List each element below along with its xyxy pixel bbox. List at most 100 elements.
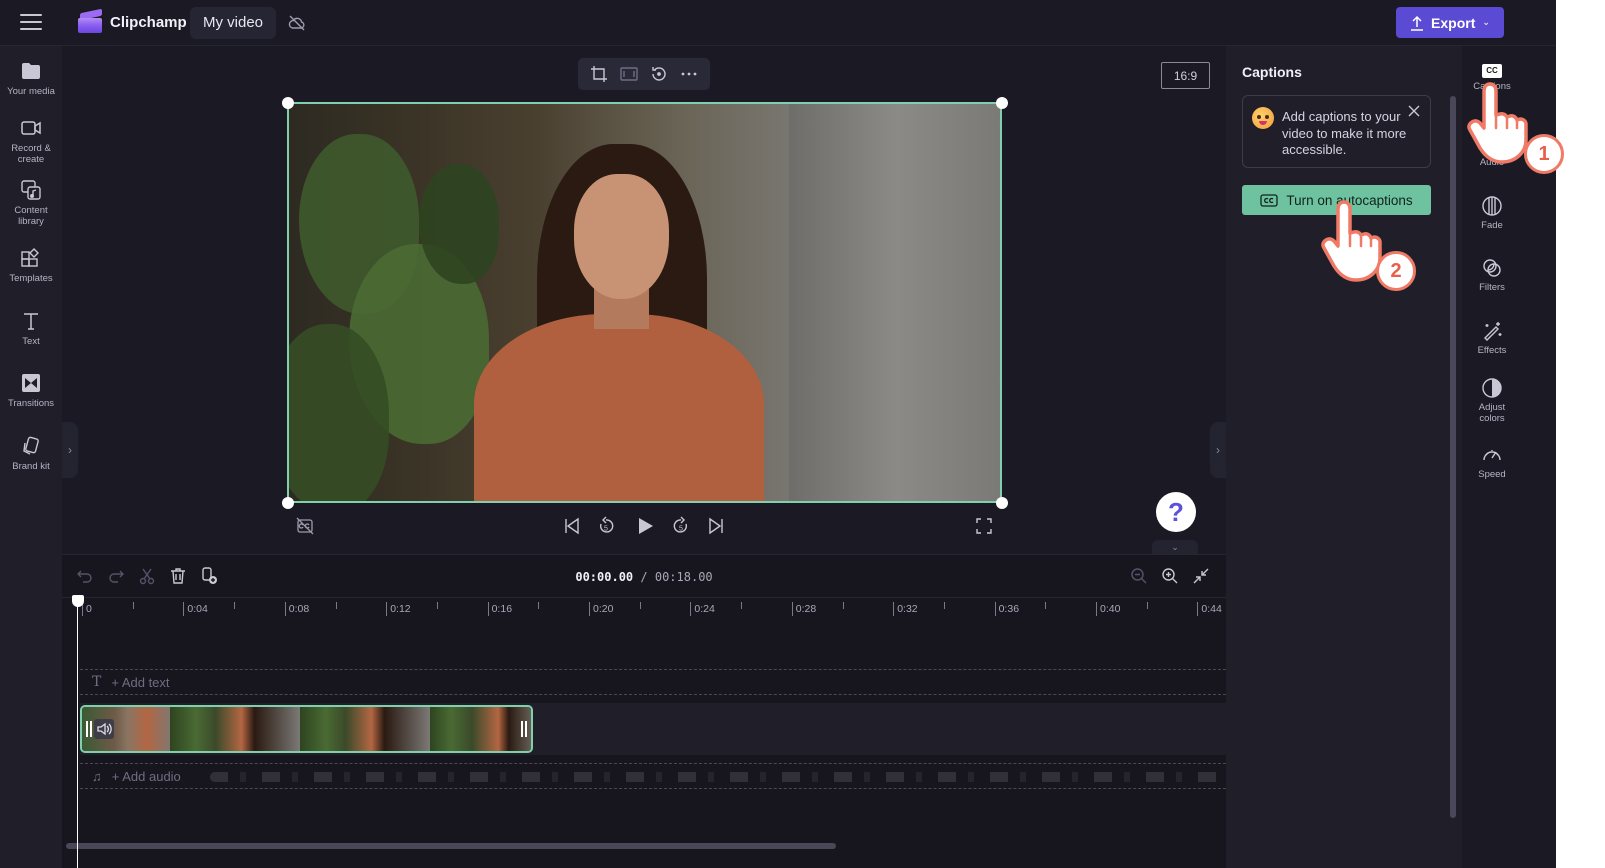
- text-track-icon: T: [92, 674, 102, 690]
- ruler-minor-tick: [639, 602, 641, 609]
- turn-on-autocaptions-button[interactable]: Turn on autocaptions: [1242, 185, 1431, 215]
- play-icon[interactable]: [634, 515, 656, 537]
- sidebar-item-record-create[interactable]: Record & create: [0, 117, 62, 165]
- tool-speed[interactable]: Speed: [1462, 444, 1522, 480]
- captions-panel: Captions Add captions to your video to m…: [1226, 46, 1462, 868]
- ruler-minor-tick: [132, 602, 134, 609]
- audio-track[interactable]: ♫ + Add audio: [80, 763, 1226, 789]
- more-icon[interactable]: [680, 65, 698, 83]
- skip-to-start-icon[interactable]: [562, 516, 582, 536]
- resize-handle-top-left[interactable]: [282, 97, 294, 109]
- ruler-minor-tick: [741, 602, 743, 609]
- captions-icon: CC: [1482, 64, 1502, 78]
- ruler-minor-tick: [538, 602, 540, 609]
- tool-adjust-colors[interactable]: Adjust colors: [1462, 377, 1522, 424]
- crop-icon[interactable]: [590, 65, 608, 83]
- sidebar-item-transitions[interactable]: Transitions: [0, 372, 62, 409]
- captions-info-card: Add captions to your video to make it mo…: [1242, 95, 1431, 168]
- ruler-tick-label: 0:04: [183, 602, 208, 616]
- tool-audio[interactable]: Audio: [1462, 132, 1522, 168]
- current-time: 00:00.00: [575, 570, 634, 584]
- video-preview[interactable]: [287, 102, 1002, 503]
- tool-label: Audio: [1479, 157, 1505, 168]
- zoom-out-icon[interactable]: [1130, 567, 1148, 585]
- sidebar-label: Your media: [7, 86, 55, 97]
- tool-fade[interactable]: Fade: [1462, 195, 1522, 231]
- fit-timeline-icon[interactable]: [1192, 567, 1210, 585]
- clipchamp-logo-icon: [78, 8, 102, 33]
- captions-off-icon[interactable]: [295, 516, 315, 536]
- sidebar-label: create: [17, 154, 45, 165]
- aspect-ratio-button[interactable]: 16:9: [1161, 62, 1210, 89]
- rotate-icon[interactable]: [650, 65, 668, 83]
- skip-to-end-icon[interactable]: [706, 516, 726, 536]
- total-time: 00:18.00: [654, 570, 713, 584]
- expand-left-panel-button[interactable]: ›: [62, 422, 78, 478]
- speed-icon: [1483, 450, 1501, 461]
- sidebar-item-your-media[interactable]: Your media: [0, 60, 62, 97]
- collapse-timeline-button[interactable]: ⌄: [1152, 540, 1198, 554]
- video-clip[interactable]: [80, 705, 533, 753]
- resize-handle-bottom-left[interactable]: [282, 497, 294, 509]
- sidebar-label: Templates: [9, 273, 53, 284]
- timeline-horizontal-scrollbar[interactable]: [66, 843, 836, 849]
- resize-handle-top-right[interactable]: [996, 97, 1008, 109]
- sidebar-label: Content: [14, 205, 48, 216]
- timeline-ruler[interactable]: 0 0:04 0:08 0:12 0:16 0:20 0:24 0:28 0:32 0:36 0:4…: [62, 597, 1250, 619]
- cloud-off-icon[interactable]: [287, 13, 307, 33]
- tool-filters[interactable]: Filters: [1462, 257, 1522, 293]
- playback-controls: 5 5: [287, 514, 1002, 540]
- sidebar-item-content-library[interactable]: Content library: [0, 179, 62, 227]
- sidebar-item-brand-kit[interactable]: Brand kit: [0, 435, 62, 472]
- export-label: Export: [1431, 14, 1476, 31]
- text-track[interactable]: T + Add text: [80, 669, 1226, 695]
- chevron-down-icon: ⌄: [1482, 17, 1490, 27]
- tool-label: Fade: [1481, 220, 1503, 231]
- ruler-tick-label: 0:28: [791, 602, 816, 616]
- upload-icon: [1411, 15, 1424, 31]
- fit-icon[interactable]: [620, 65, 638, 83]
- ruler-minor-tick: [842, 602, 844, 609]
- effects-icon: [1484, 322, 1502, 341]
- tool-captions[interactable]: CC Captions: [1462, 64, 1522, 92]
- clip-trim-handle-right[interactable]: [521, 721, 527, 737]
- forward-5-icon[interactable]: 5: [671, 516, 691, 536]
- video-frame-image: [289, 104, 1000, 501]
- playhead-handle[interactable]: [72, 595, 84, 607]
- panel-scrollbar[interactable]: [1450, 96, 1456, 818]
- adjust-colors-icon: [1482, 378, 1502, 398]
- emoji-icon: [1252, 107, 1274, 129]
- tool-label: Speed: [1478, 469, 1506, 480]
- ruler-tick-label: 0:32: [893, 602, 918, 616]
- zoom-in-icon[interactable]: [1161, 567, 1179, 585]
- help-button[interactable]: ?: [1156, 492, 1196, 532]
- ruler-tick-label: 0:16: [487, 602, 512, 616]
- ruler-minor-tick: [943, 602, 945, 609]
- clip-trim-handle-left[interactable]: [86, 721, 92, 737]
- tool-label: colors: [1479, 413, 1505, 424]
- resize-handle-bottom-right[interactable]: [996, 497, 1008, 509]
- sidebar-item-templates[interactable]: Templates: [0, 247, 62, 284]
- tool-effects[interactable]: Effects: [1462, 320, 1522, 356]
- sidebar-label: Brand kit: [12, 461, 50, 472]
- clip-volume-icon[interactable]: [94, 719, 114, 739]
- sidebar-label: Text: [22, 336, 40, 347]
- playhead: [77, 599, 78, 868]
- hamburger-menu-icon[interactable]: [20, 14, 42, 32]
- fullscreen-icon[interactable]: [974, 516, 994, 536]
- time-separator: /: [640, 570, 648, 584]
- tool-label: Filters: [1479, 282, 1505, 293]
- properties-toolbar: CC Captions Audio Fade Filters Effects A…: [1462, 46, 1522, 868]
- music-note-icon: ♫: [92, 768, 102, 784]
- close-icon[interactable]: [1407, 104, 1421, 118]
- left-sidebar: Your media Record & create Content libra…: [0, 46, 62, 868]
- project-title-input[interactable]: My video: [190, 7, 277, 39]
- timecode: 00:00.00 / 00:18.00: [62, 570, 1226, 584]
- ruler-tick-label: 0:40: [1096, 602, 1120, 616]
- collapse-right-panel-button[interactable]: ›: [1210, 422, 1226, 478]
- captions-info-text: Add captions to your video to make it mo…: [1282, 109, 1407, 157]
- rewind-5-icon[interactable]: 5: [596, 516, 616, 536]
- ruler-tick-label: 0:08: [284, 602, 309, 616]
- sidebar-item-text[interactable]: Text: [0, 310, 62, 347]
- export-button[interactable]: Export ⌄: [1396, 7, 1504, 38]
